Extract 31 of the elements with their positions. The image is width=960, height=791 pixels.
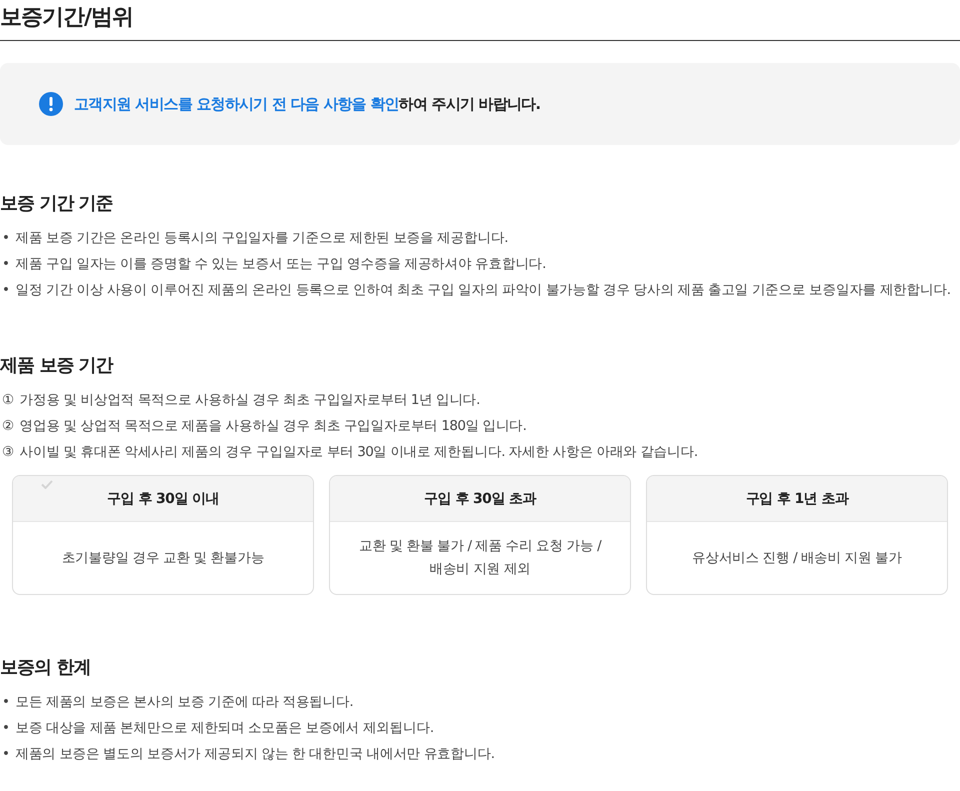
notice-text: 고객지원 서비스를 요청하시기 전 다음 사항을 확인하여 주시기 바랍니다.: [74, 94, 540, 114]
list-text: 모든 제품의 보증은 본사의 보증 기준에 따라 적용됩니다.: [15, 693, 354, 712]
list-marker: •: [1, 693, 10, 712]
card-text: 유상서비스 진행 / 배송비 지원 불가: [692, 548, 902, 568]
list-marker: •: [1, 281, 10, 300]
section-heading: 보증 기간 기준: [0, 192, 114, 215]
card-title: 구입 후 1년 초과: [746, 490, 848, 508]
list-text: 제품 구입 일자는 이를 증명할 수 있는 보증서 또는 구입 영수증을 제공하셔야 유효합니다.: [15, 255, 546, 274]
list-text: 가정용 및 비상업적 목적으로 사용하실 경우 최초 구입일자로부터 1년 입니다.: [20, 391, 480, 410]
list-text: 영업용 및 상업적 목적으로 제품을 사용하실 경우 최초 구입일자로부터 180일 입니다.: [20, 417, 526, 436]
list-marker: •: [1, 719, 10, 738]
list-text: 보증 대상을 제품 본체만으로 제한되며 소모품은 보증에서 제외됩니다.: [15, 719, 434, 738]
check-icon: [41, 480, 53, 489]
card-text: 교환 및 환불 불가 / 제품 수리 요청 가능 / 배송비 지원 제외: [358, 537, 603, 579]
page-title: 보증기간/범위: [0, 0, 960, 41]
card-title: 구입 후 30일 이내: [107, 490, 219, 508]
list-marker: •: [1, 255, 10, 274]
list-text: 사이빌 및 휴대폰 악세사리 제품의 경우 구입일자로 부터 30일 이내로 제한됩니다. 자세한 사항은 아래와 같습니다.: [20, 443, 698, 462]
card-title: 구입 후 30일 초과: [424, 490, 536, 508]
list-marker: ②: [1, 417, 14, 436]
list-text: 제품의 보증은 별도의 보증서가 제공되지 않는 한 대한민국 내에서만 유효합니다.: [15, 745, 494, 764]
list-marker: •: [1, 745, 10, 764]
exclamation-icon: [39, 92, 63, 116]
list-text: 제품 보증 기간은 온라인 등록시의 구입일자를 기준으로 제한된 보증을 제공합니다.: [15, 229, 508, 248]
section-heading: 제품 보증 기간: [0, 354, 114, 377]
section-heading: 보증의 한계: [0, 656, 92, 679]
card-text: 초기불량일 경우 교환 및 환불가능: [62, 548, 264, 568]
list-marker: ①: [1, 391, 14, 410]
list-marker: ③: [1, 443, 14, 462]
list-text: 일정 기간 이상 사용이 이루어진 제품의 온라인 등록으로 인하여 최초 구입 일자의 파악이 불가능할 경우 당사의 제품 출고일 기준으로 보증일자를 제한합니다.: [15, 281, 950, 300]
list-marker: •: [1, 229, 10, 248]
